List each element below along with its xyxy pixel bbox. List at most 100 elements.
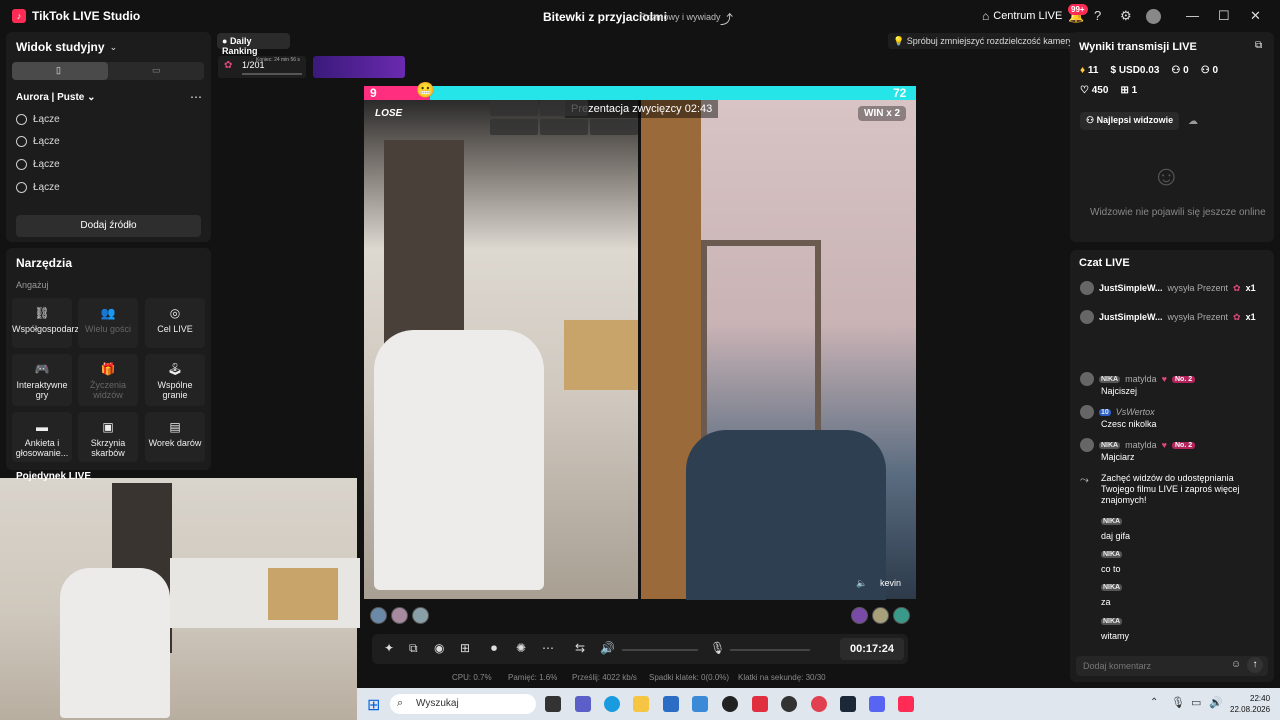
store-icon[interactable] [663,696,679,712]
viewer-avatar[interactable] [851,607,868,624]
camera-preview [0,478,360,720]
edge-icon[interactable] [604,696,620,712]
notification-badge: 99+ [1068,4,1088,15]
results-stats-2: ♡ 450 ⊞ 1 [1080,85,1138,96]
popout-icon[interactable]: ⧉ [1255,40,1262,51]
profile-avatar[interactable] [1146,9,1161,24]
screen-share-icon[interactable]: ⧉ [409,641,418,656]
avatar [1080,281,1094,295]
effects-icon[interactable]: ✺ [516,641,526,655]
portrait-icon: ▯ [56,65,61,75]
source-item[interactable]: Łącze [16,136,60,147]
viewer-avatar[interactable] [412,607,429,624]
chat-message-header[interactable]: 10 VsWertox [1080,405,1155,419]
cohost-button[interactable]: ⛓ Współgospodarz [12,298,79,348]
source-item[interactable]: Łącze [16,182,60,193]
app-icon[interactable] [781,696,797,712]
avatar [1080,438,1094,452]
gift-event[interactable]: JustSimpleW... wysyła Prezent ✿ x1 [1080,310,1256,324]
gift-bag-button[interactable]: ▤ Worek darów [145,412,205,462]
tray-chevron-icon[interactable]: ⌃ [1150,697,1158,708]
minimize-icon[interactable]: — [1186,8,1199,23]
empty-state-text: Widzowie nie pojawili się jeszcze online [1090,207,1266,218]
ranking-widget[interactable]: ✿ 1/201 Koniec: 24 min 56 s [218,56,306,78]
record-icon[interactable]: ⏺ [491,641,497,656]
close-icon[interactable]: ✕ [1250,8,1261,24]
user-tag: NIKA [1101,551,1123,558]
network-icon[interactable]: ▭ [1191,696,1201,709]
volume-icon[interactable]: 🔊 [600,641,615,655]
divider [638,100,641,599]
landscape-icon[interactable]: ▭ [152,65,161,76]
help-icon[interactable]: ? [1094,8,1101,23]
gift-event[interactable]: JustSimpleW... wysyła Prezent ✿ x1 [1080,281,1256,295]
app-icon[interactable] [752,696,768,712]
refresh-icon[interactable]: ☁ [1188,116,1198,127]
add-source-button[interactable]: Dodaj źródło [16,215,201,237]
tiktok-taskbar-icon[interactable] [898,696,914,712]
adjust-icon[interactable]: ⇆ [575,641,585,655]
viewer-avatar[interactable] [893,607,910,624]
microphone-icon[interactable]: 🎙 [710,641,725,655]
opponent-name: kevin [880,578,902,588]
teams-icon[interactable] [575,696,591,712]
volume-slider[interactable] [622,649,698,651]
source-item[interactable]: Łącze [16,114,60,125]
emoji-icon: 😬 [416,82,435,99]
task-view-icon[interactable] [545,696,561,712]
empty-state-icon: ☺ [1152,160,1181,191]
studio-view-dropdown[interactable]: Widok studyjny ⌄ [16,40,117,54]
more-options-icon[interactable]: ⋯ [542,641,554,655]
file-explorer-icon[interactable] [633,696,649,712]
mic-tray-icon[interactable]: 🎙 [1171,696,1185,709]
live-center-button[interactable]: ⌂ Centrum LIVE [982,9,1062,23]
treasure-chest-button[interactable]: ▣ Skrzynia skarbów [78,412,138,462]
viewer-avatar[interactable] [391,607,408,624]
live-results-panel: Wyniki transmisji LIVE ⧉ ♦ 11 $ USD0.03 … [1070,32,1274,242]
battle-label: Pojedynek LIVE [16,471,92,482]
emoji-picker-icon[interactable]: ☺ [1231,659,1241,670]
gift-icon: 🎁 [100,362,116,376]
taskbar-search[interactable]: Wyszukaj [390,694,536,714]
clock[interactable]: 22:40 22.08.2026 [1230,693,1270,715]
volume-tray-icon[interactable]: 🔊 [1209,696,1223,709]
speaker-icon[interactable]: 🔈 [856,578,867,589]
top-viewers-tab[interactable]: ⚇ Najlepsi widzowie [1080,112,1180,130]
live-goal-button[interactable]: ◎ Cel LIVE [145,298,205,348]
poll-button[interactable]: ▬ Ankieta i głosowanie... [12,412,72,462]
discord-icon[interactable] [869,696,885,712]
weather-icon[interactable] [692,696,708,712]
user-tag: NIKA [1101,618,1123,625]
steam-icon[interactable] [840,696,856,712]
opera-icon[interactable] [811,696,827,712]
viewer-avatar[interactable] [872,607,889,624]
share-icon[interactable]: ⤴ [720,9,733,28]
cardboard-box [564,320,638,390]
chat-message-header[interactable]: NIKA matylda ♥ No. 2 [1080,438,1196,452]
viewer-avatar[interactable] [370,607,387,624]
interactive-games-button[interactable]: 🎮 Interaktywne gry [12,354,72,406]
mic-slider[interactable] [730,649,810,651]
portrait-option[interactable]: ▯ [12,62,108,80]
chat-message-header[interactable]: NIKA matylda ♥ No. 2 [1080,372,1196,386]
more-icon[interactable]: ⋯ [190,90,202,104]
multi-guest-button[interactable]: 👥 Wielu gości [78,298,138,348]
play-together-button[interactable]: 🕹 Wspólne granie [145,354,205,406]
orientation-toggle[interactable]: ▯ ▭ [12,62,204,80]
send-icon[interactable]: ↑ [1247,657,1263,673]
maximize-icon[interactable]: ☐ [1218,8,1230,24]
source-item[interactable]: Łącze [16,159,60,170]
settings-gear-icon[interactable]: ⚙ [1120,8,1132,24]
magic-wand-icon[interactable]: ✦ [384,641,394,655]
live-center-label: Centrum LIVE [993,10,1063,22]
add-icon[interactable]: ⊞ [460,641,470,655]
stream-category[interactable]: Rozmowy i wywiady [640,12,721,22]
windows-start-icon[interactable]: ⊞ [367,695,380,715]
app-icon[interactable] [722,696,738,712]
target-icon: ◎ [169,306,181,320]
viewer-wishes-button[interactable]: 🎁 Życzenia widzów [78,354,138,406]
daily-ranking-button[interactable]: ● Daily Ranking [217,33,290,56]
camera-icon[interactable]: ◉ [434,641,444,655]
event-banner[interactable] [313,56,405,78]
scene-selector[interactable]: Aurora | Puste ⌄ [16,92,96,103]
